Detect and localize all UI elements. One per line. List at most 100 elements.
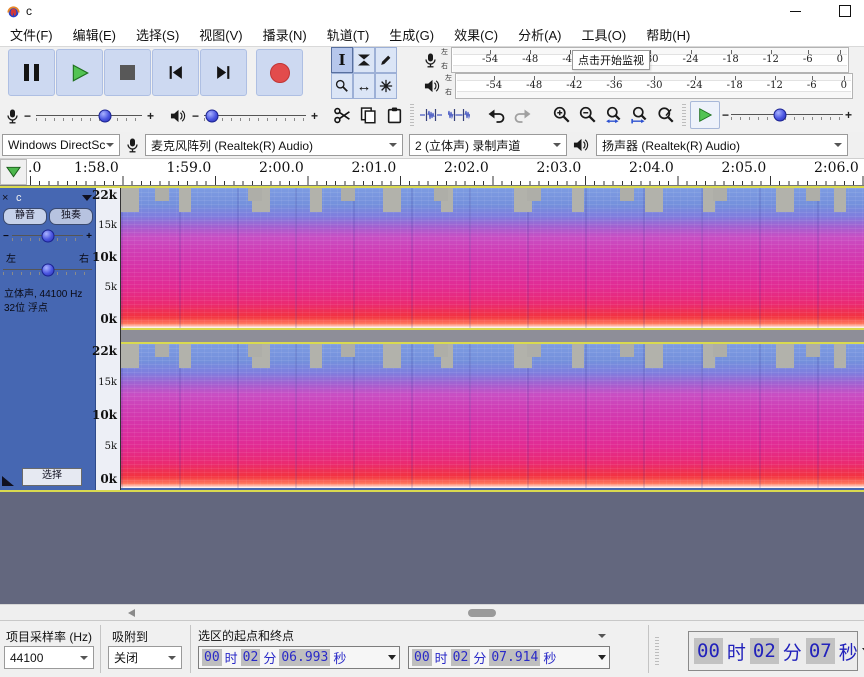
menu-item[interactable]: 帮助(H) bbox=[636, 25, 700, 44]
select-track-button[interactable]: 选择 bbox=[22, 468, 82, 486]
recording-device-select[interactable]: 麦克风阵列 (Realtek(R) Audio) bbox=[145, 134, 403, 156]
track-name[interactable]: c bbox=[14, 192, 82, 204]
time-digit-group[interactable]: 秒 bbox=[333, 648, 346, 667]
slider-thumb[interactable] bbox=[774, 109, 787, 122]
zoom-out-button[interactable] bbox=[576, 102, 600, 128]
menu-item[interactable]: 视图(V) bbox=[189, 25, 252, 44]
zoom-in-button[interactable] bbox=[550, 102, 574, 128]
selection-start-field[interactable]: 00时02分06.993秒 bbox=[198, 646, 400, 669]
time-digit-group[interactable]: 02 bbox=[241, 649, 261, 666]
toolbar-grip[interactable] bbox=[410, 104, 414, 126]
time-digit-group[interactable]: 分 bbox=[473, 648, 486, 667]
trim-audio-button[interactable] bbox=[418, 102, 444, 128]
gain-slider[interactable] bbox=[12, 228, 83, 244]
playback-volume-slider[interactable] bbox=[204, 108, 306, 124]
selection-format-select[interactable]: 选区的起点和终点 bbox=[198, 627, 606, 644]
horizontal-scrollbar[interactable] bbox=[0, 604, 864, 620]
zoom-fit-project-button[interactable] bbox=[628, 102, 652, 128]
paste-button[interactable] bbox=[382, 102, 406, 128]
menu-item[interactable]: 选择(S) bbox=[126, 25, 189, 44]
time-digit-group[interactable]: 00 bbox=[202, 649, 222, 666]
recording-meter-scale[interactable]: -54-48-42-36-30-24-18-12-60 点击开始监视 bbox=[451, 47, 849, 73]
time-digit-group[interactable]: 07 bbox=[806, 638, 835, 664]
track-menu-arrow-icon[interactable] bbox=[82, 195, 92, 201]
slider-thumb[interactable] bbox=[41, 230, 54, 243]
time-digit-group[interactable]: 时 bbox=[225, 648, 238, 667]
recording-volume-slider[interactable] bbox=[36, 108, 142, 124]
menu-item[interactable]: 文件(F) bbox=[0, 25, 63, 44]
time-shift-tool-button[interactable]: ↔ bbox=[353, 73, 375, 99]
spectrogram-channel-right[interactable] bbox=[121, 344, 864, 488]
menu-item[interactable]: 工具(O) bbox=[571, 25, 636, 44]
maximize-button[interactable] bbox=[828, 0, 862, 22]
slider-thumb[interactable] bbox=[98, 110, 111, 123]
record-button[interactable] bbox=[256, 49, 303, 96]
time-digit-group[interactable]: 06.993 bbox=[279, 649, 330, 666]
undo-button[interactable] bbox=[484, 102, 508, 128]
time-digit-group[interactable]: 秒 bbox=[839, 638, 858, 665]
playback-speed-slider[interactable] bbox=[731, 107, 843, 123]
stop-button[interactable] bbox=[104, 49, 151, 96]
audio-position-field[interactable]: 00时02分07秒 bbox=[688, 631, 858, 671]
time-digit-group[interactable]: 00 bbox=[694, 638, 723, 664]
menu-item[interactable]: 播录(N) bbox=[253, 25, 317, 44]
copy-button[interactable] bbox=[356, 102, 380, 128]
time-digit-group[interactable]: 分 bbox=[783, 638, 802, 665]
pinned-playhead-button[interactable] bbox=[0, 159, 27, 185]
channel-separator[interactable] bbox=[121, 328, 864, 344]
cut-button[interactable] bbox=[330, 102, 354, 128]
audio-host-select[interactable]: Windows DirectSc bbox=[2, 134, 120, 156]
close-track-button[interactable]: × bbox=[2, 192, 14, 204]
monitor-tooltip[interactable]: 点击开始监视 bbox=[572, 50, 650, 70]
playback-meter-scale[interactable]: -54-48-42-36-30-24-18-12-60 bbox=[455, 73, 853, 99]
slider-thumb[interactable] bbox=[206, 110, 219, 123]
scroll-left-arrow-icon[interactable] bbox=[128, 609, 135, 617]
playback-meter[interactable]: 左 右 -54-48-42-36-30-24-18-12-60 bbox=[424, 73, 853, 99]
toolbar-grip[interactable] bbox=[682, 104, 686, 126]
selection-tool-button[interactable]: I bbox=[331, 47, 353, 73]
time-digit-group[interactable]: 00 bbox=[412, 649, 432, 666]
solo-button[interactable]: 独奏 bbox=[49, 208, 93, 225]
menu-item[interactable]: 生成(G) bbox=[379, 25, 444, 44]
silence-audio-button[interactable] bbox=[446, 102, 472, 128]
menu-item[interactable]: 编辑(E) bbox=[63, 25, 126, 44]
draw-tool-button[interactable] bbox=[375, 47, 397, 73]
vertical-scale-ruler[interactable]: 22k15k10k5k0k 22k15k10k5k0k bbox=[96, 188, 121, 490]
toolbar-grip[interactable] bbox=[655, 635, 659, 665]
snap-to-select[interactable]: 关闭 bbox=[108, 646, 182, 669]
recording-meter[interactable]: 左 右 -54-48-42-36-30-24-18-12-60 点击开始监视 bbox=[424, 47, 849, 73]
play-button[interactable] bbox=[56, 49, 103, 96]
spectrogram-channel-left[interactable] bbox=[121, 188, 864, 328]
field-dropdown-arrow-icon[interactable] bbox=[598, 655, 606, 660]
zoom-to-selection-button[interactable] bbox=[602, 102, 626, 128]
minimize-button[interactable] bbox=[778, 0, 812, 22]
skip-to-start-button[interactable] bbox=[152, 49, 199, 96]
zoom-tool-button[interactable] bbox=[331, 73, 353, 99]
menu-item[interactable]: 分析(A) bbox=[508, 25, 571, 44]
time-digit-group[interactable]: 07.914 bbox=[489, 649, 540, 666]
redo-button[interactable] bbox=[510, 102, 534, 128]
envelope-tool-button[interactable] bbox=[353, 47, 375, 73]
play-at-speed-button[interactable] bbox=[690, 101, 720, 129]
selection-end-field[interactable]: 00时02分07.914秒 bbox=[408, 646, 610, 669]
time-digit-group[interactable]: 分 bbox=[263, 648, 276, 667]
zoom-toggle-button[interactable] bbox=[654, 102, 678, 128]
time-digit-group[interactable]: 秒 bbox=[543, 648, 556, 667]
field-dropdown-arrow-icon[interactable] bbox=[388, 655, 396, 660]
time-digit-group[interactable]: 时 bbox=[435, 648, 448, 667]
timeline-ruler[interactable]: .01:58.01:59.02:00.02:01.02:02.02:03.02:… bbox=[0, 159, 864, 186]
recording-channels-select[interactable]: 2 (立体声) 录制声道 bbox=[409, 134, 567, 156]
mute-button[interactable]: 静音 bbox=[3, 208, 47, 225]
time-digit-group[interactable]: 02 bbox=[451, 649, 471, 666]
project-rate-select[interactable]: 44100 bbox=[4, 646, 94, 669]
time-digit-group[interactable]: 时 bbox=[727, 638, 746, 665]
menu-item[interactable]: 效果(C) bbox=[444, 25, 508, 44]
pause-button[interactable] bbox=[8, 49, 55, 96]
time-digit-group[interactable]: 02 bbox=[750, 638, 779, 664]
track-control-panel[interactable]: × c 静音 独奏 − + 左 右 立体声, 44100 Hz 32位 浮点 bbox=[0, 188, 96, 490]
collapse-track-icon[interactable] bbox=[2, 476, 14, 486]
skip-to-end-button[interactable] bbox=[200, 49, 247, 96]
menu-item[interactable]: 轨道(T) bbox=[317, 25, 380, 44]
slider-thumb[interactable] bbox=[41, 264, 54, 277]
playback-device-select[interactable]: 扬声器 (Realtek(R) Audio) bbox=[596, 134, 848, 156]
